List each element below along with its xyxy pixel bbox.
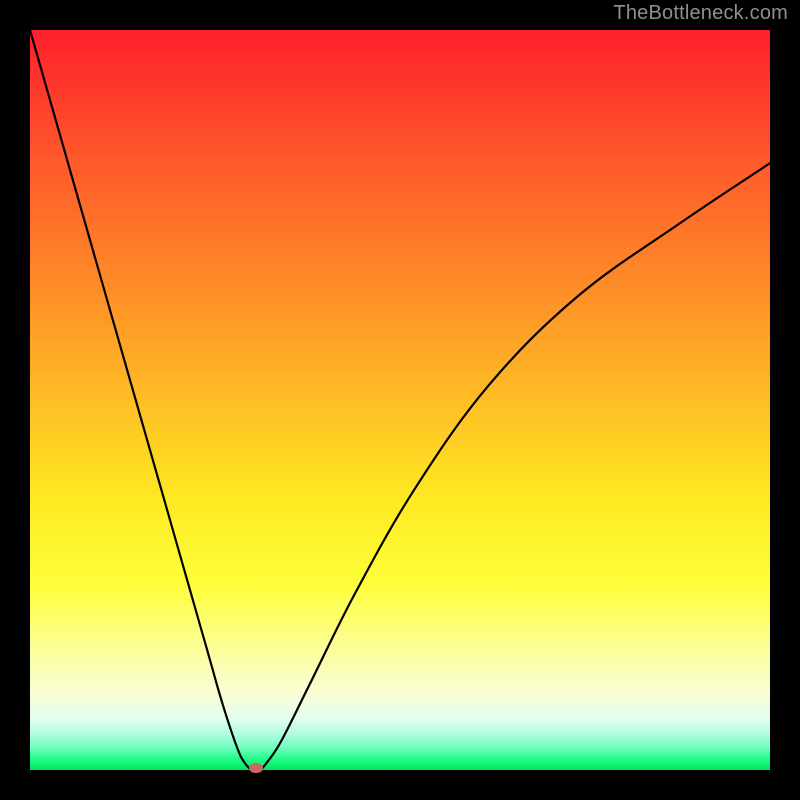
plot-area: [30, 30, 770, 770]
min-marker: [249, 763, 263, 773]
bottleneck-curve: [30, 30, 770, 770]
chart-frame: TheBottleneck.com: [0, 0, 800, 800]
watermark-text: TheBottleneck.com: [613, 2, 788, 25]
